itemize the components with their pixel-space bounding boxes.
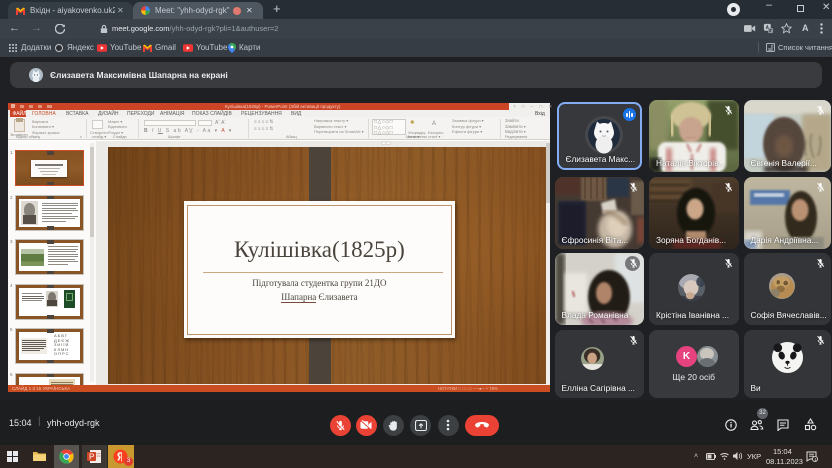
svg-text:P: P <box>89 453 94 462</box>
